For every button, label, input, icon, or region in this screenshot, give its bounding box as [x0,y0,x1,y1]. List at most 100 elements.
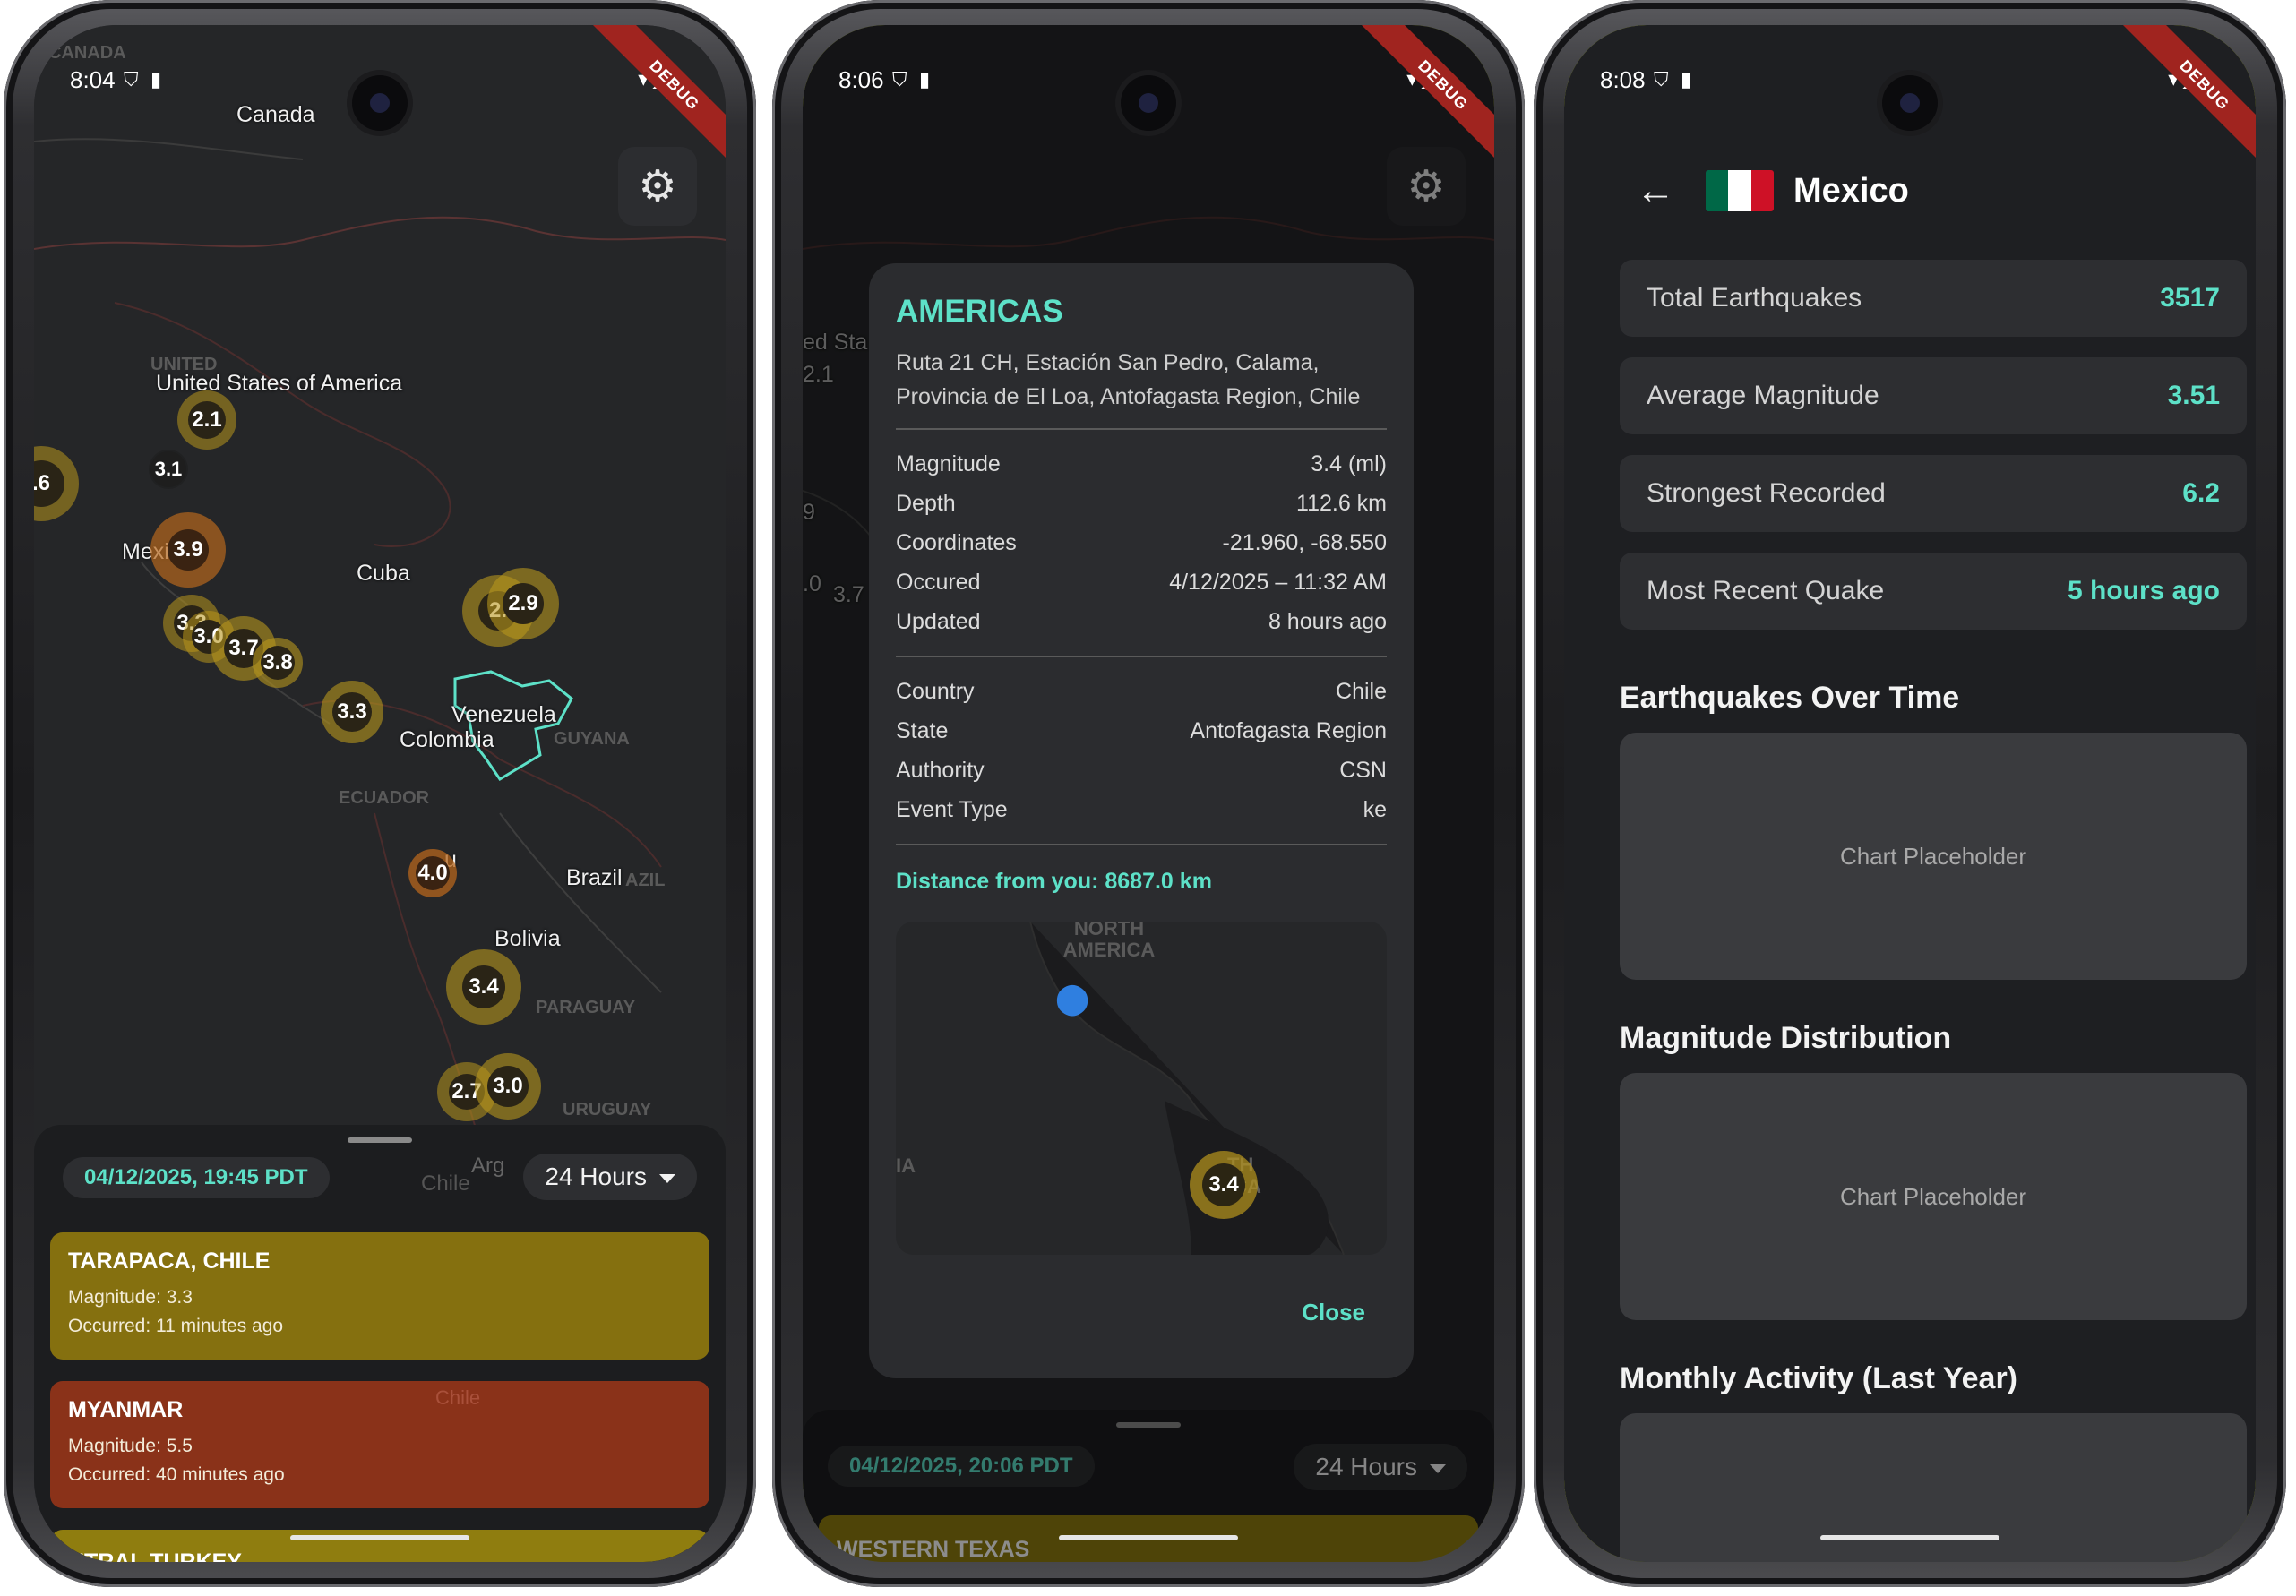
stat-average-magnitude: Average Magnitude 3.51 [1620,357,2247,434]
quake-magnitude: 3.1 [150,451,186,487]
quake-card-title: NTRAL TURKEY [68,1549,242,1562]
sd-card-icon: ▮ [1681,68,1692,90]
map-ghost-label-ecuador: ECUADOR [339,788,430,808]
quake-marker[interactable]: 2.9 [487,568,559,639]
detail-value: ke [1363,797,1387,822]
status-time: 8:06 [838,66,884,93]
page-title: Mexico [1793,171,1909,210]
map-ghost-label-paraguay: PARAGUAY [536,998,636,1017]
detail-key: State [896,718,949,743]
quake-marker[interactable]: 2.1 [177,390,236,450]
map-label-venezuela: Venezuela [451,702,556,727]
time-range-dropdown[interactable]: 24 Hours [523,1154,697,1200]
divider [896,656,1387,657]
divider [896,428,1387,430]
dialog-address: Ruta 21 CH, Estación San Pedro, Calama, … [896,350,1361,409]
quake-card[interactable]: TARAPACA, CHILE Magnitude: 3.3 Occurred:… [50,1232,709,1360]
front-camera [1121,75,1176,131]
detail-rows-secondary: Country Chile State Antofagasta Region Autho… [896,672,1387,829]
front-camera [1882,75,1938,131]
quake-magnitude: 4.0 [416,856,450,890]
sd-card-icon: ▮ [150,68,162,90]
front-camera [352,75,408,131]
detail-value: CSN [1339,758,1387,783]
detail-row: Authority CSN [896,751,1387,790]
detail-row: Event Type ke [896,790,1387,829]
country-detail-screen: 8:08 ⛉ ▮ ▾◢▮ DEBUG ← Mexico Total Earthq… [1564,25,2256,1562]
time-range-label: 24 Hours [545,1163,647,1190]
detail-row: Depth 112.6 km [896,484,1387,523]
gesture-bar [290,1535,469,1540]
bottom-sheet[interactable]: Arg Chile 04/12/2025, 19:45 PDT 24 Hours… [34,1125,726,1562]
sheet-drag-handle[interactable] [348,1137,412,1143]
section-title-earthquakes-over-time: Earthquakes Over Time [1620,681,1960,715]
detail-value: 3.4 (ml) [1311,451,1387,476]
mini-map-quake-marker[interactable]: 3.4 [1190,1151,1258,1219]
section-title-magnitude-distribution: Magnitude Distribution [1620,1021,1952,1055]
shield-icon: ⛉ [892,68,907,90]
phone-frame-map: 8:04 ⛉ ▮ ▾◢▮ DEBUG CANADA UNITED ECUADOR… [4,0,756,1587]
mini-map-label-left: IA [896,1154,916,1177]
quake-marker[interactable]: 3.9 [150,512,226,588]
stat-total-earthquakes: Total Earthquakes 3517 [1620,260,2247,337]
phone-frame-country-detail: 8:08 ⛉ ▮ ▾◢▮ DEBUG ← Mexico Total Earthq… [1534,0,2286,1587]
detail-key: Depth [896,491,956,516]
shield-icon: ⛉ [1654,68,1669,90]
map-screen: 8:04 ⛉ ▮ ▾◢▮ DEBUG CANADA UNITED ECUADOR… [34,25,726,1562]
quake-marker[interactable]: 4.0 [408,849,457,897]
map-ghost-label-brazil: AZIL [625,871,666,890]
quake-card-title: MYANMAR [68,1397,184,1422]
quake-card-magnitude: Magnitude: 3.3 [68,1287,193,1308]
dropdown-caret-icon [659,1173,675,1183]
stat-label: Strongest Recorded [1647,478,1886,508]
dialog-region-title: AMERICAS [896,294,1063,329]
detail-key: Authority [896,758,985,783]
quake-card-occurred: Occurred: 40 minutes ago [68,1464,285,1485]
map-label-cuba: Cuba [357,561,410,586]
detail-value: 112.6 km [1296,491,1387,516]
stat-value: 6.2 [2182,478,2220,508]
stat-value: 3.51 [2167,381,2220,410]
back-arrow-icon[interactable]: ← [1636,168,1675,213]
status-time: 8:04 [70,66,116,93]
quake-magnitude: 3.8 [261,646,295,680]
quake-marker[interactable]: 3.1 [149,450,188,489]
detail-value: Chile [1336,679,1387,704]
detail-key: Coordinates [896,530,1017,555]
close-button[interactable]: Close [1302,1299,1365,1326]
map-label-colombia: Colombia [400,727,494,752]
quake-marker[interactable]: 3.8 [253,638,303,688]
stat-label: Average Magnitude [1647,381,1879,410]
stat-label: Total Earthquakes [1647,283,1862,313]
chart-placeholder: Chart Placeholder [1620,1073,2247,1320]
dialog-screen: 8:06 ⛉ ▮ ▾◢▮ DEBUG ed Sta 2.1 9 .0 3.7 ⚙… [803,25,1494,1562]
quake-magnitude: 3.3 [332,692,372,732]
detail-value: -21.960, -68.550 [1222,530,1387,555]
quake-marker[interactable]: 3.0 [475,1053,541,1120]
stat-value: 3517 [2160,283,2220,313]
quake-card[interactable]: MYANMAR Magnitude: 5.5 Occurred: 40 minu… [50,1381,709,1508]
detail-key: Event Type [896,797,1008,822]
detail-value: 8 hours ago [1268,609,1387,634]
quake-marker[interactable]: 3.3 [321,681,383,743]
gear-icon: ⚙ [638,163,677,210]
settings-button[interactable]: ⚙ [618,147,697,226]
quake-marker[interactable]: 3.4 [446,949,521,1025]
stat-label: Most Recent Quake [1647,576,1885,605]
shield-icon: ⛉ [124,68,139,90]
detail-row: Occured 4/12/2025 – 11:32 AM [896,562,1387,602]
gesture-bar [1820,1535,1999,1540]
mini-map[interactable]: NORTH AMERICA TH ICA IA ⬤ 3.4 [896,922,1387,1255]
detail-value: 4/12/2025 – 11:32 AM [1169,570,1387,595]
distance-from-you: Distance from you: 8687.0 km [896,869,1212,894]
stat-strongest-recorded: Strongest Recorded 6.2 [1620,455,2247,532]
quake-magnitude: 3.4 [1202,1163,1245,1206]
detail-rows-primary: Magnitude 3.4 (ml) Depth 112.6 km Coordinate… [896,444,1387,641]
quake-magnitude: 2.9 [503,583,544,624]
app-bar: ← Mexico [1636,159,1909,222]
quake-magnitude: .6 [34,460,64,507]
detail-key: Occured [896,570,981,595]
date-time-pill: 04/12/2025, 19:45 PDT [63,1157,330,1198]
detail-key: Magnitude [896,451,1001,476]
detail-value: Antofagasta Region [1190,718,1387,743]
